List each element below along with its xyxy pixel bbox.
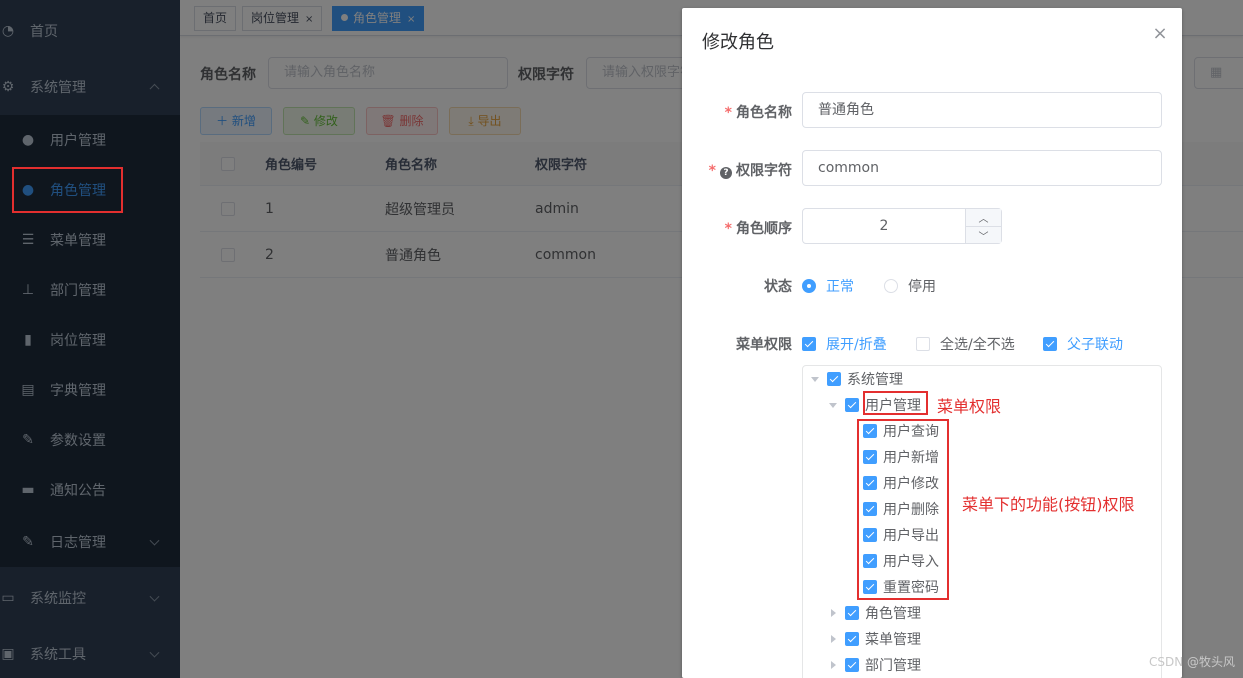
highlight-box-button-perm bbox=[857, 419, 949, 600]
status-normal-radio[interactable]: 正常 bbox=[802, 276, 854, 296]
watermark: CSDN @牧头风 bbox=[1148, 655, 1235, 669]
status-normal-label: 正常 bbox=[826, 279, 854, 295]
status-disabled-label: 停用 bbox=[908, 279, 936, 295]
caret-right-icon bbox=[831, 609, 836, 617]
highlight-box-roles bbox=[12, 167, 123, 213]
caret-right-icon bbox=[831, 635, 836, 643]
tree-node-dept-management[interactable]: 部门管理 bbox=[829, 652, 921, 678]
role-key-label: *? 权限字符 bbox=[708, 163, 792, 179]
highlight-box-menu-perm bbox=[863, 391, 928, 415]
expand-collapse-checkbox[interactable]: 展开/折叠 bbox=[802, 334, 887, 354]
parent-child-linkage-checkbox[interactable]: 父子联动 bbox=[1043, 334, 1123, 354]
decrease-icon[interactable]: ﹀ bbox=[965, 226, 1001, 243]
status-label: 状态 bbox=[764, 279, 792, 295]
caret-down-icon bbox=[829, 402, 837, 408]
role-name-label: * 角色名称 bbox=[724, 105, 792, 121]
caret-right-icon bbox=[831, 661, 836, 669]
question-icon: ? bbox=[720, 167, 732, 179]
status-disabled-radio[interactable]: 停用 bbox=[884, 276, 936, 296]
annotation-button-perm: 菜单下的功能(按钮)权限 bbox=[962, 495, 1135, 514]
tree-node-menu-management[interactable]: 菜单管理 bbox=[829, 626, 921, 652]
linkage-label: 父子联动 bbox=[1067, 337, 1123, 353]
role-sort-value[interactable]: 2 bbox=[803, 209, 965, 243]
expand-label: 展开/折叠 bbox=[826, 337, 887, 353]
annotation-menu-perm: 菜单权限 bbox=[937, 397, 1002, 416]
edit-role-dialog: 修改角色 × * 角色名称 普通角色 *? 权限字符 common * 角色顺序 2 … bbox=[682, 8, 1182, 678]
select-all-label: 全选/全不选 bbox=[940, 337, 1015, 353]
role-name-input[interactable]: 普通角色 bbox=[802, 92, 1162, 128]
menu-perm-label: 菜单权限 bbox=[736, 337, 792, 353]
role-sort-stepper[interactable]: 2 ︿ ﹀ bbox=[802, 208, 1002, 244]
caret-down-icon bbox=[811, 376, 819, 382]
close-icon[interactable]: × bbox=[1152, 25, 1168, 43]
increase-icon[interactable]: ︿ bbox=[965, 209, 1001, 226]
role-sort-label: * 角色顺序 bbox=[724, 221, 792, 237]
tree-node-system[interactable]: 系统管理 bbox=[811, 366, 903, 392]
role-key-input[interactable]: common bbox=[802, 150, 1162, 186]
dialog-title: 修改角色 bbox=[702, 32, 774, 53]
select-all-checkbox[interactable]: 全选/全不选 bbox=[916, 334, 1015, 354]
tree-node-role-management[interactable]: 角色管理 bbox=[829, 600, 921, 626]
